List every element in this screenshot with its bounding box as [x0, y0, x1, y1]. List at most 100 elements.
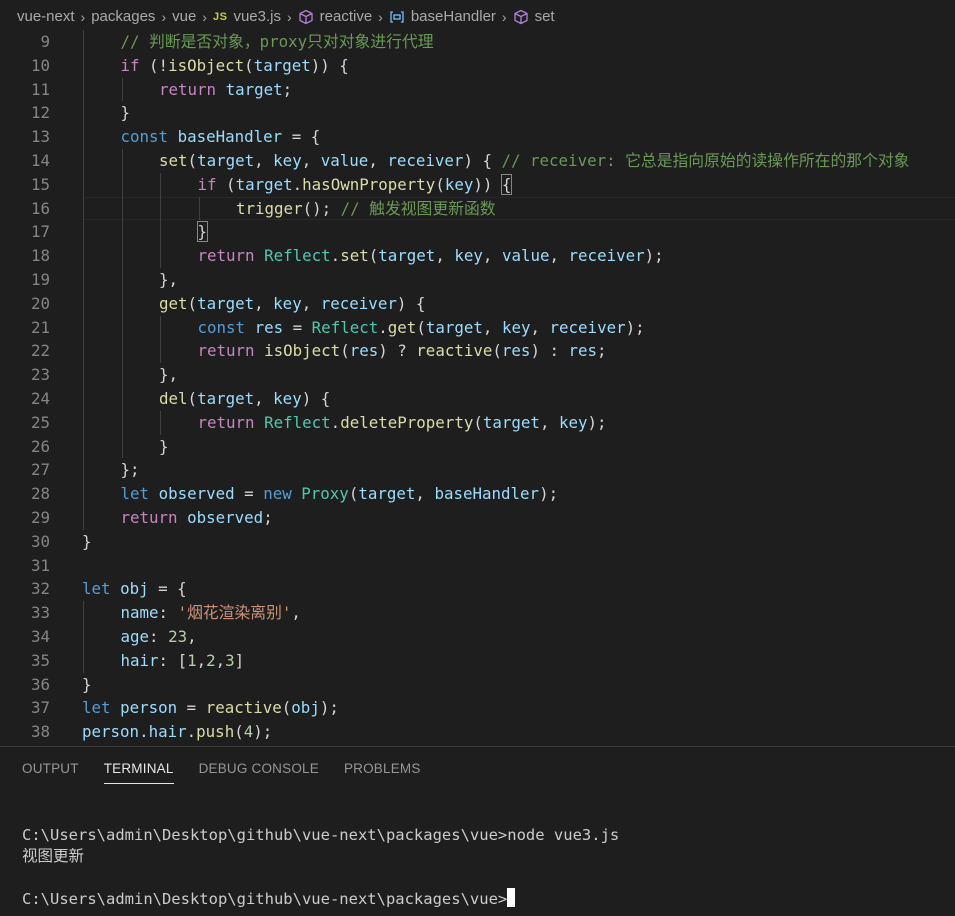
indent-guide	[83, 220, 84, 245]
code-token: baseHandler	[177, 127, 283, 147]
code-token: target	[197, 389, 255, 408]
code-token: person	[120, 698, 178, 718]
tab-problems[interactable]: PROBLEMS	[344, 761, 421, 784]
code-token: target	[425, 317, 483, 337]
code-token: value	[501, 246, 550, 266]
code-token: '烟花渲染离别'	[177, 603, 292, 623]
code-token: .	[330, 412, 341, 432]
breadcrumb-item-set[interactable]: set	[513, 8, 555, 25]
indent-guide	[83, 506, 84, 530]
code-token: Proxy	[301, 484, 349, 504]
code-line[interactable]: 17}	[0, 220, 955, 245]
code-line[interactable]: 32 let obj = {	[0, 577, 955, 601]
code-line[interactable]: 19},	[0, 268, 955, 292]
code-line[interactable]: 22 return isObject(res) ? reactive(res) :…	[0, 339, 955, 364]
code-token: key	[273, 151, 302, 170]
code-token: name	[120, 603, 159, 623]
code-token: ,	[549, 246, 569, 266]
line-number: 17	[30, 222, 50, 242]
code-token: ) {	[301, 389, 331, 408]
breadcrumb-label: vue	[172, 8, 197, 25]
code-token: target	[197, 151, 255, 170]
code-token: key	[558, 412, 588, 432]
code-token: // 判断是否对象，proxy只对对象进行代理	[120, 32, 434, 51]
code-token: (	[473, 412, 483, 432]
line-number: 32	[30, 579, 50, 599]
code-line[interactable]: 31	[0, 554, 955, 578]
code-token: Reflect	[311, 317, 379, 337]
code-token: ]	[234, 650, 245, 670]
chevron-right-icon: ›	[378, 8, 383, 25]
breadcrumb-item-root[interactable]: vue-next	[17, 8, 75, 25]
code-line[interactable]: 27};	[0, 458, 955, 483]
code-token: = {	[282, 127, 321, 147]
code-line[interactable]: 24 del(target, key) {	[0, 387, 955, 411]
code-line[interactable]: 28 let observed = new Proxy(target, baseH…	[0, 482, 955, 506]
code-token: (	[416, 317, 426, 337]
line-code: return Reflect.set(target, key, value, r…	[198, 244, 664, 268]
breadcrumb-item-basehandler[interactable]: baseHandler	[389, 8, 496, 25]
line-number: 34	[30, 627, 50, 646]
code-token: ,	[215, 650, 226, 670]
breadcrumb-item-packages[interactable]: packages	[91, 8, 155, 25]
line-code: if (!isObject(target)) {	[121, 54, 349, 78]
indent-guide	[121, 268, 123, 292]
breadcrumb-item-file[interactable]: JS vue3.js	[213, 8, 281, 25]
line-code: return Reflect.deleteProperty(target, ke…	[198, 411, 607, 435]
code-token: res	[254, 317, 284, 337]
code-line[interactable]: 33 name: '烟花渲染离别',	[0, 601, 955, 625]
code-line[interactable]: 11 return target;	[0, 77, 955, 102]
code-token: },	[159, 270, 179, 289]
line-number: 12	[30, 103, 50, 123]
code-line[interactable]: 23},	[0, 363, 955, 387]
code-line[interactable]: 10 if (!isObject(target)) {	[0, 53, 955, 78]
code-line[interactable]: 15 if (target.hasOwnProperty(key)) {	[0, 172, 955, 197]
code-token: ;	[282, 79, 293, 99]
code-line[interactable]: 14 set(target, key, value, receiver) { //…	[0, 149, 955, 173]
code-line[interactable]: 30}	[0, 530, 955, 554]
line-number: 19	[30, 270, 50, 289]
terminal-output[interactable]: C:\Users\admin\Desktop\github\vue-next\p…	[22, 825, 619, 910]
code-token: .	[186, 722, 197, 742]
tab-terminal[interactable]: TERMINAL	[103, 761, 174, 784]
indent-guide	[83, 268, 84, 292]
code-line[interactable]: 38 person.hair.push(4);	[0, 720, 955, 744]
code-token: target	[235, 174, 293, 194]
code-line[interactable]: 25 return Reflect.deleteProperty(target, …	[0, 410, 955, 435]
code-token: },	[159, 365, 179, 385]
code-line[interactable]: 37 let person = reactive(obj);	[0, 696, 955, 720]
code-line[interactable]: 16 trigger(); // 触发视图更新函数	[0, 196, 955, 221]
indent-guide	[83, 315, 84, 340]
code-line[interactable]: 20 get(target, key, receiver) {	[0, 291, 955, 316]
code-token: (!	[139, 55, 169, 75]
code-line[interactable]: 9 // 判断是否对象，proxy只对对象进行代理	[0, 30, 955, 54]
code-line[interactable]: 35 hair: [1,2,3]	[0, 648, 955, 673]
code-token: .	[330, 246, 341, 266]
code-line[interactable]: 12}	[0, 101, 955, 126]
panel-tabs: OUTPUT TERMINAL DEBUG CONSOLE PROBLEMS	[22, 761, 446, 784]
code-line[interactable]: 13 const baseHandler = {	[0, 125, 955, 149]
indent-guide	[83, 625, 84, 649]
code-line[interactable]: 26}	[0, 434, 955, 459]
code-token: :	[149, 627, 169, 646]
code-token: res	[349, 341, 379, 361]
breadcrumb-item-vue[interactable]: vue	[172, 8, 196, 25]
code-token: .	[378, 317, 388, 337]
code-line[interactable]: 29 return observed;	[0, 506, 955, 530]
indent-guide	[160, 410, 161, 435]
tab-debug-console[interactable]: DEBUG CONSOLE	[199, 761, 319, 784]
breadcrumb-item-reactive[interactable]: reactive	[298, 8, 372, 25]
code-line[interactable]: 36}	[0, 673, 955, 697]
indent-guide	[83, 101, 84, 126]
tab-output[interactable]: OUTPUT	[22, 761, 79, 784]
line-number: 23	[30, 365, 50, 385]
code-token: (	[340, 341, 350, 361]
code-line[interactable]: 21 const res = Reflect.get(target, key, r…	[0, 315, 955, 340]
code-token: hair	[120, 650, 159, 670]
code-editor[interactable]: 9// 判断是否对象，proxy只对对象进行代理 10 if (!isObject(…	[0, 30, 955, 746]
code-line[interactable]: 34 age: 23,	[0, 625, 955, 649]
code-line[interactable]: 18 return Reflect.set(target, key, value,…	[0, 244, 955, 268]
